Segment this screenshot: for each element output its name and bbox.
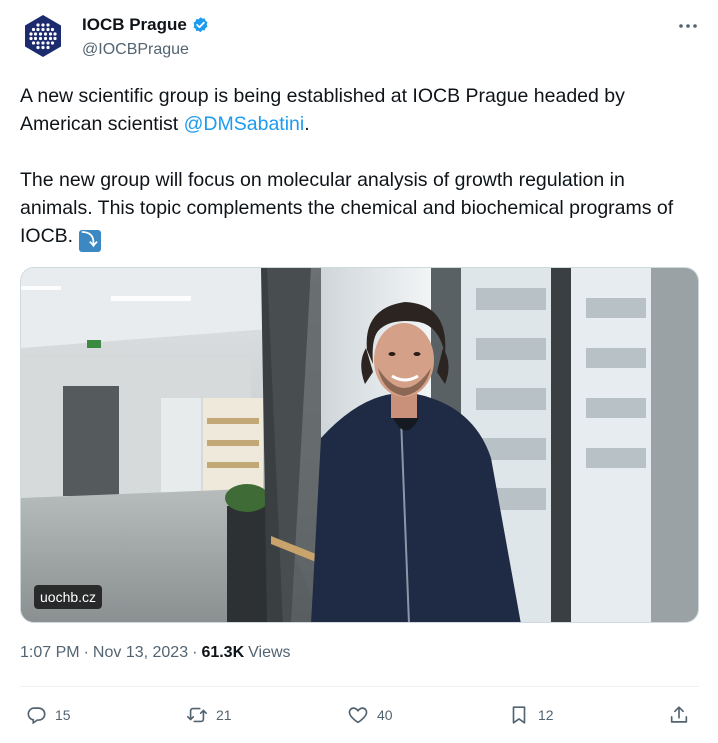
tweet-media-image[interactable] [20,267,699,623]
tweet-meta: 1:07 PM · Nov 13, 2023 · 61.3K Views [20,644,291,662]
media-link-label[interactable]: uochb.cz [34,585,103,609]
views-label: Views [248,644,291,661]
divider [20,686,699,687]
tweet-text-part1-end: . [304,113,310,135]
tweet-text-part2: The new group will focus on molecular an… [20,169,674,247]
heart-icon [348,707,368,724]
repost-button[interactable]: 21 [186,690,232,740]
author-handle[interactable]: @IOCBPrague [82,41,189,59]
iocb-logo-icon [25,15,61,57]
repost-count: 21 [216,707,232,723]
tweet-time[interactable]: 1:07 PM [20,644,80,662]
tweet-text-part1: A new scientific group is being establis… [20,85,625,135]
tweet-paragraph-1: A new scientific group is being establis… [20,82,700,138]
author-name-row[interactable]: IOCB Prague [82,15,210,35]
more-options-icon[interactable] [676,16,700,36]
share-icon [670,706,688,723]
mention-link[interactable]: @DMSabatini [184,113,305,135]
like-button[interactable]: 40 [347,690,393,740]
author-display-name[interactable]: IOCB Prague [82,15,187,35]
views-count: 61.3K [201,644,245,661]
like-count: 40 [377,707,393,723]
reply-icon [27,707,46,725]
reply-count: 15 [55,707,71,723]
tweet-actions: 15 21 40 12 [20,690,699,740]
tweet-text: A new scientific group is being establis… [20,82,700,252]
bookmark-button[interactable]: 12 [508,690,554,740]
tweet-paragraph-2: The new group will focus on molecular an… [20,166,700,252]
meta-separator: · [83,644,89,661]
arrow-down-emoji-icon: ⤵ [78,230,101,252]
reply-button[interactable]: 15 [25,690,71,740]
avatar[interactable] [21,14,65,58]
tweet-date[interactable]: Nov 13, 2023 [93,644,188,662]
meta-separator-2: · [192,644,198,661]
tweet: IOCB Prague @IOCBPrague A new scientific… [0,0,718,743]
verified-badge-icon[interactable] [191,16,210,35]
bookmark-count: 12 [538,707,554,723]
bookmark-icon [512,706,526,724]
repost-icon [187,707,207,723]
share-button[interactable] [668,690,690,740]
